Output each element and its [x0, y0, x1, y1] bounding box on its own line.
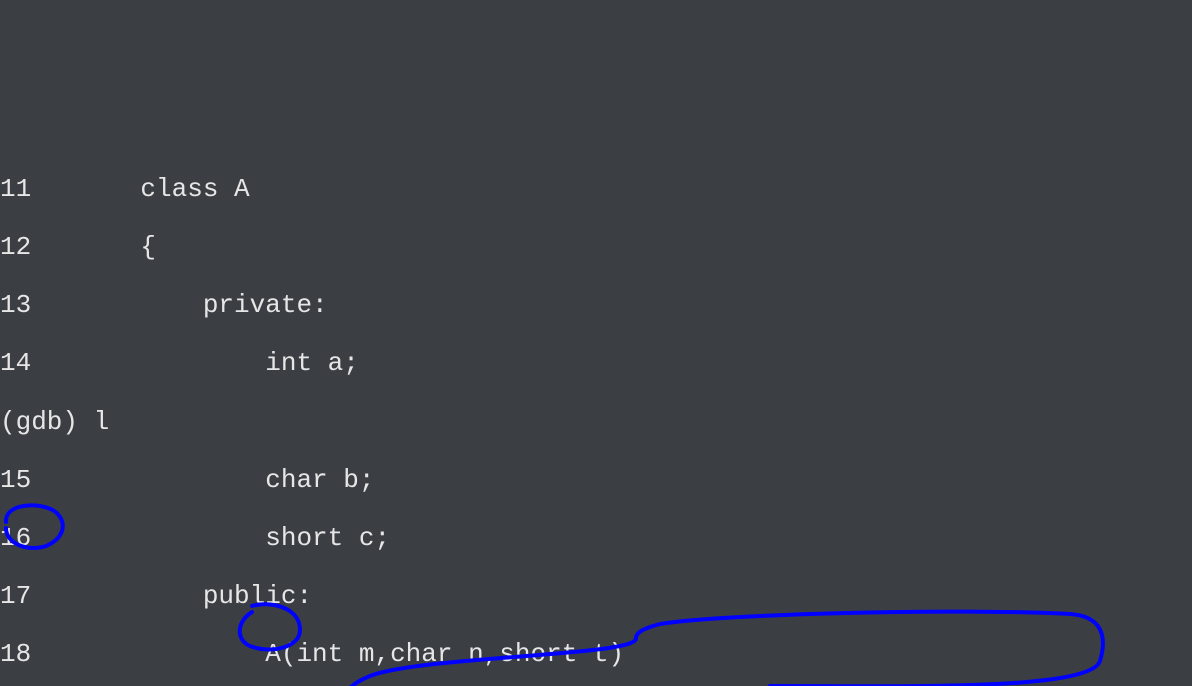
code-line: 14 int a; [0, 349, 1192, 378]
gdb-terminal[interactable]: 11 class A 12 { 13 private: 14 int a; (g… [0, 146, 1192, 686]
code-line: 11 class A [0, 175, 1192, 204]
code-line: 17 public: [0, 582, 1192, 611]
code-line: 18 A(int m,char n,short t) [0, 640, 1192, 669]
gdb-command: (gdb) l [0, 408, 1192, 437]
code-line: 16 short c; [0, 524, 1192, 553]
code-line: 13 private: [0, 291, 1192, 320]
code-line: 15 char b; [0, 466, 1192, 495]
code-line: 12 { [0, 233, 1192, 262]
